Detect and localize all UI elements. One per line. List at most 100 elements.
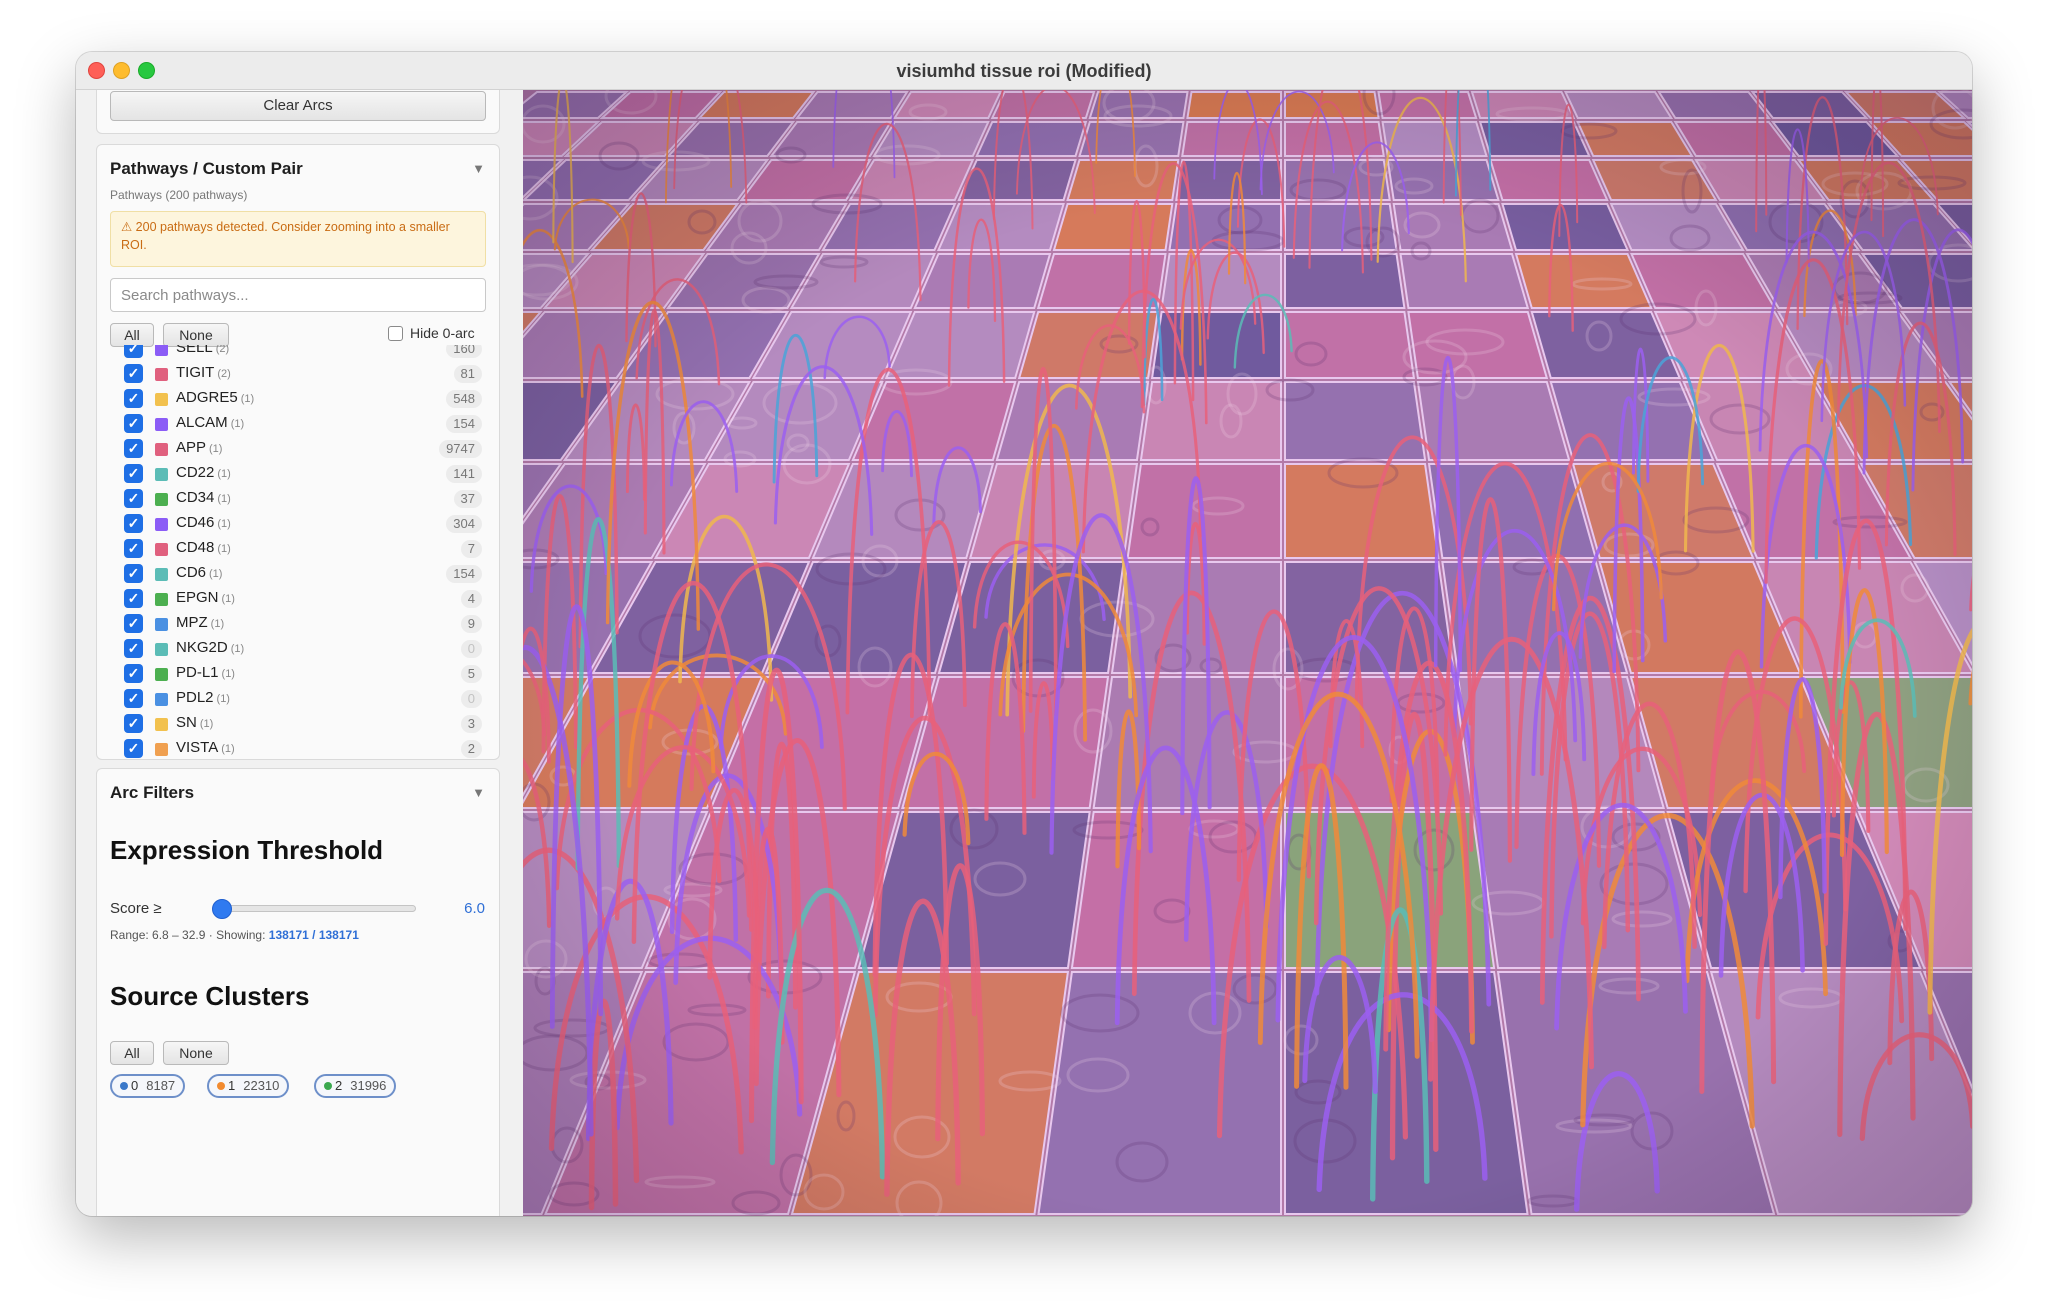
tissue-3d-viewer[interactable] (523, 90, 1972, 1216)
pathway-row[interactable]: ✓ SELL (2) 160 (97, 345, 499, 361)
score-range-text: Range: 6.8 – 32.9 · Showing: 138171 / 13… (110, 928, 359, 942)
pathway-row[interactable]: ✓ CD22 (1) 141 (97, 461, 499, 486)
pathway-name: TIGIT (2) (176, 364, 231, 381)
arc-filters-collapse-icon[interactable]: ▼ (472, 785, 485, 800)
cluster-chip[interactable]: 0 8187 (110, 1074, 186, 1098)
score-slider-handle[interactable] (212, 899, 232, 919)
pathway-row[interactable]: ✓ TIGIT (2) 81 (97, 361, 499, 386)
pathway-row[interactable]: ✓ NKG2D (1) 0 (97, 636, 499, 661)
pathway-arc-count-badge: 9747 (439, 440, 482, 458)
pathway-checkbox[interactable]: ✓ (124, 345, 143, 358)
arc-canvas[interactable] (523, 90, 1972, 1216)
pathway-color-swatch (155, 693, 168, 706)
pathway-checkbox[interactable]: ✓ (124, 589, 143, 608)
pathway-checkbox[interactable]: ✓ (124, 664, 143, 683)
pathways-all-button[interactable]: All (110, 323, 154, 347)
pathway-name: SN (1) (176, 714, 213, 731)
cluster-chip[interactable]: 1 22310 (207, 1074, 290, 1098)
clusters-none-button[interactable]: None (163, 1041, 229, 1065)
pathway-arc-count-badge: 0 (460, 690, 482, 708)
pathway-checkbox[interactable]: ✓ (124, 414, 143, 433)
pathway-checkbox[interactable]: ✓ (124, 514, 143, 533)
cluster-chips: 0 8187 1 22310 2 31996 (110, 1074, 490, 1100)
clusters-all-button[interactable]: All (110, 1041, 154, 1065)
pathway-pair-count: (1) (230, 418, 245, 430)
pathway-label: SELL (176, 345, 213, 356)
pathway-row[interactable]: ✓ CD34 (1) 37 (97, 486, 499, 511)
pathway-color-swatch (155, 493, 168, 506)
pathway-row[interactable]: ✓ CD48 (1) 7 (97, 536, 499, 561)
pathway-checkbox[interactable]: ✓ (124, 639, 143, 658)
pathway-arc-count-badge: 3 (460, 715, 482, 733)
pathway-checkbox[interactable]: ✓ (124, 714, 143, 733)
pathway-label: ADGRE5 (176, 389, 238, 406)
pathway-name: APP (1) (176, 439, 222, 456)
pathway-color-swatch (155, 593, 168, 606)
window-title: visiumhd tissue roi (Modified) (896, 61, 1152, 81)
arc-filters-card: Arc Filters ▼ Expression Threshold Score… (96, 768, 500, 1216)
pathway-row[interactable]: ✓ ADGRE5 (1) 548 (97, 386, 499, 411)
hide-zero-arc-toggle[interactable]: Hide 0-arc (388, 325, 475, 341)
pathway-pair-count: (2) (217, 368, 231, 380)
pathway-row[interactable]: ✓ CD46 (1) 304 (97, 511, 499, 536)
cluster-count: 22310 (243, 1078, 280, 1093)
cluster-chip[interactable]: 2 31996 (314, 1074, 397, 1098)
cluster-color-dot (120, 1082, 128, 1090)
score-value: 6.0 (464, 900, 485, 917)
cluster-id: 1 (228, 1078, 236, 1093)
expression-threshold-heading: Expression Threshold (110, 835, 384, 865)
pathway-label: PD-L1 (176, 664, 219, 681)
pathway-label: TIGIT (176, 364, 215, 381)
pathway-label: VISTA (176, 739, 219, 756)
pathway-arc-count-badge: 304 (446, 515, 482, 533)
pathway-row[interactable]: ✓ SN (1) 3 (97, 711, 499, 736)
pathway-row[interactable]: ✓ PDL2 (1) 0 (97, 686, 499, 711)
range-text: Range: 6.8 – 32.9 · Showing: (110, 928, 266, 942)
pathway-pair-count: (1) (216, 693, 230, 705)
pathways-none-button[interactable]: None (163, 323, 229, 347)
pathway-name: CD48 (1) (176, 539, 231, 556)
pathway-pair-count: (2) (215, 345, 230, 355)
pathway-row[interactable]: ✓ PD-L1 (1) 5 (97, 661, 499, 686)
pathway-pair-count: (1) (221, 743, 235, 755)
pathway-arc-count-badge: 9 (460, 615, 482, 633)
hide-zero-arc-checkbox[interactable] (388, 326, 403, 341)
pathway-label: PDL2 (176, 689, 214, 706)
pathway-row[interactable]: ✓ EPGN (1) 4 (97, 586, 499, 611)
pathway-pair-count: (1) (240, 393, 255, 405)
pathway-row[interactable]: ✓ CD6 (1) 154 (97, 561, 499, 586)
pathway-row[interactable]: ✓ MPZ (1) 9 (97, 611, 499, 636)
pathway-checkbox[interactable]: ✓ (124, 489, 143, 508)
pathway-color-swatch (155, 643, 168, 656)
cluster-count: 8187 (146, 1078, 176, 1093)
clear-arcs-button[interactable]: Clear Arcs (110, 91, 486, 121)
pathway-pair-count: (1) (209, 443, 223, 455)
pathway-checkbox[interactable]: ✓ (124, 564, 143, 583)
pathways-collapse-icon[interactable]: ▼ (472, 161, 485, 176)
pathway-checkbox[interactable]: ✓ (124, 439, 143, 458)
pathway-pair-count: (1) (210, 618, 225, 630)
pathway-label: CD34 (176, 489, 215, 506)
pathway-label: CD6 (176, 564, 207, 581)
pathway-row[interactable]: ✓ VISTA (1) 2 (97, 736, 499, 761)
pathway-arc-count-badge: 548 (446, 390, 482, 408)
pathway-color-swatch (155, 393, 168, 406)
pathway-search-input[interactable] (110, 278, 486, 312)
pathway-checkbox[interactable]: ✓ (124, 364, 143, 383)
pathway-checkbox[interactable]: ✓ (124, 739, 143, 758)
pathway-pair-count: (1) (217, 493, 231, 505)
pathway-row[interactable]: ✓ APP (1) 9747 (97, 436, 499, 461)
pathway-color-swatch (155, 568, 168, 581)
pathways-card: Pathways / Custom Pair ▼ Pathways (200 p… (96, 144, 500, 760)
pathway-checkbox[interactable]: ✓ (124, 464, 143, 483)
pathway-row[interactable]: ✓ ALCAM (1) 154 (97, 411, 499, 436)
pathway-checkbox[interactable]: ✓ (124, 389, 143, 408)
pathway-checkbox[interactable]: ✓ (124, 614, 143, 633)
pathway-checkbox[interactable]: ✓ (124, 689, 143, 708)
score-slider[interactable] (214, 905, 416, 912)
pathway-pair-count: (1) (217, 518, 231, 530)
pathway-label: CD46 (176, 514, 215, 531)
pathway-arc-count-badge: 2 (460, 740, 482, 758)
pathway-checkbox[interactable]: ✓ (124, 539, 143, 558)
pathway-arc-count-badge: 37 (453, 490, 482, 508)
